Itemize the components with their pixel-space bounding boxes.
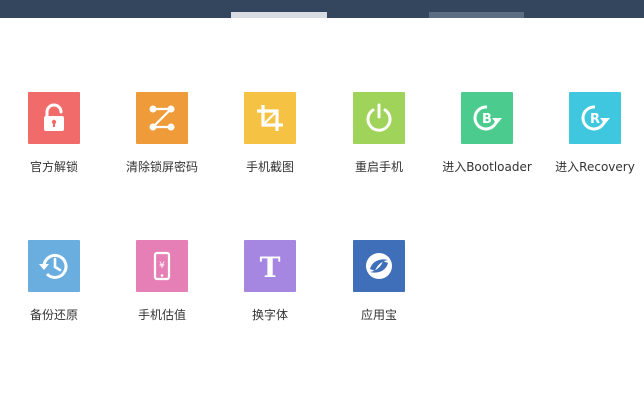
tool-backup-restore[interactable]: 备份还原 [0,240,109,323]
tool-official-unlock[interactable]: 官方解锁 [0,92,109,175]
tool-tile[interactable]: R [569,92,621,144]
tool-reboot-phone[interactable]: 重启手机 [324,92,434,175]
tool-change-font[interactable]: T 换字体 [215,240,325,323]
crop-icon [257,105,283,131]
tool-label: 换字体 [251,308,288,322]
tool-tile[interactable]: B [461,92,513,144]
tool-label: 应用宝 [360,308,397,322]
svg-text:B: B [482,112,492,127]
tool-label: 手机估值 [137,308,186,322]
tool-tile[interactable] [28,92,80,144]
tool-label: 进入Recovery [555,160,635,174]
tool-tile[interactable] [353,240,405,292]
tool-label: 重启手机 [354,160,403,174]
tool-label: 清除锁屏密码 [125,160,198,174]
tool-clear-lock-password[interactable]: 清除锁屏密码 [107,92,217,175]
tool-tile[interactable] [28,240,80,292]
tab-active-indicator[interactable] [231,12,327,18]
top-bar [0,0,644,18]
app-store-icon [366,253,392,279]
tool-label: 进入Bootloader [442,160,532,174]
tool-enter-bootloader[interactable]: B 进入Bootloader [432,92,542,175]
phone-value-icon: ¥ [153,251,171,281]
tool-app-store[interactable]: 应用宝 [324,240,434,323]
tool-tile[interactable] [244,92,296,144]
recovery-icon: R [581,105,610,131]
pattern-lock-icon [149,105,175,131]
power-icon [366,103,392,132]
tool-tile[interactable] [353,92,405,144]
tool-screenshot[interactable]: 手机截图 [215,92,325,175]
tool-tile[interactable] [136,92,188,144]
svg-text:R: R [590,112,600,127]
tool-tile[interactable]: T [244,240,296,292]
tab-inactive-indicator[interactable] [429,12,524,18]
bootloader-icon: B [473,105,502,131]
tool-label: 官方解锁 [29,160,78,174]
font-icon: T [260,251,281,283]
tool-tile[interactable]: ¥ [136,240,188,292]
svg-text:¥: ¥ [159,261,165,271]
tool-phone-valuation[interactable]: ¥ 手机估值 [107,240,217,323]
unlock-icon [44,103,64,131]
tool-enter-recovery[interactable]: R 进入Recovery [540,92,644,175]
tool-label: 手机截图 [245,160,294,174]
svg-text:T: T [260,251,281,283]
backup-restore-icon [39,253,68,279]
tool-label: 备份还原 [29,308,78,322]
